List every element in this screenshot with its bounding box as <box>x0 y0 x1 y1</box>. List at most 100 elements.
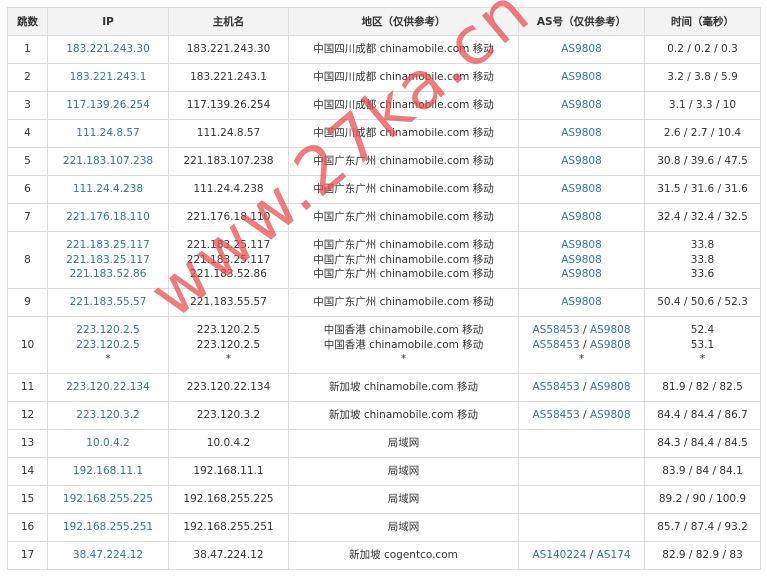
as-line: AS9808 <box>523 210 640 225</box>
ip-link[interactable]: 221.183.55.57 <box>52 295 164 310</box>
time-text: 2.6 / 2.7 / 10.4 <box>663 127 742 140</box>
as-link[interactable]: AS9808 <box>590 381 631 393</box>
ip-link[interactable]: 221.176.18.110 <box>52 210 164 225</box>
table-body: 1 183.221.243.30 183.221.243.30 中国四川成都 chin… <box>7 35 761 570</box>
region-text: 中国广东广州 chinamobile.com 移动 <box>313 155 494 168</box>
region-cell: 局域网 <box>288 457 519 486</box>
ip-link[interactable]: 38.47.224.12 <box>52 548 164 563</box>
hop-cell: 5 <box>7 147 48 176</box>
ip-cell: 221.183.55.57 <box>47 288 169 317</box>
ip-link[interactable]: 192.168.11.1 <box>52 464 164 479</box>
ip-cell: 223.120.2.5 223.120.2.5 * <box>47 316 169 374</box>
header-as-number: AS号（仅供参考） <box>518 7 645 36</box>
hop-number: 17 <box>20 549 35 562</box>
ip-cell: 111.24.8.57 <box>47 119 169 148</box>
time-text: 85.7 / 87.4 / 93.2 <box>657 521 748 534</box>
table-row: 6 111.24.4.238 111.24.4.238 中国广东广州 chinamob… <box>7 175 761 204</box>
table-header: 跳数 IP 主机名 地区（仅供参考） AS号（仅供参考） 时间（毫秒） <box>7 7 761 36</box>
hostname-text: 223.120.2.5 <box>196 324 261 337</box>
ip-link[interactable]: 223.120.22.134 <box>52 380 164 395</box>
as-line: AS58453 / AS9808 <box>523 338 640 353</box>
as-cell <box>518 429 645 458</box>
ip-link[interactable]: 223.120.2.5 <box>52 338 164 353</box>
as-link[interactable]: AS9808 <box>561 296 602 308</box>
region-text: 局域网 <box>387 465 420 478</box>
ip-link[interactable]: 223.120.3.2 <box>52 408 164 423</box>
ip-link[interactable]: 10.0.4.2 <box>52 436 164 451</box>
time-text: 84.4 / 84.4 / 86.7 <box>657 409 748 422</box>
as-link[interactable]: AS58453 <box>532 381 579 393</box>
hostname-cell: 223.120.22.134 <box>168 373 289 402</box>
time-cell: 30.8 / 39.6 / 47.5 <box>644 147 761 176</box>
time-text: 82.9 / 82.9 / 83 <box>662 549 743 562</box>
as-link[interactable]: AS9808 <box>561 268 602 280</box>
header-hostname: 主机名 <box>168 7 289 36</box>
as-line: AS9808 <box>523 154 640 169</box>
region-text: 中国广东广州 chinamobile.com 移动 <box>313 183 494 196</box>
as-link[interactable]: AS9808 <box>561 183 602 195</box>
as-link[interactable]: AS9808 <box>590 339 631 351</box>
hostname-cell: 221.176.18.110 <box>168 203 289 232</box>
ip-link[interactable]: 221.183.107.238 <box>52 154 164 169</box>
ip-link[interactable]: 192.168.255.251 <box>52 520 164 535</box>
as-link[interactable]: AS9808 <box>561 43 602 55</box>
region-cell: 新加坡 chinamobile.com 移动 <box>288 401 519 430</box>
time-cell: 3.2 / 3.8 / 5.9 <box>644 63 761 92</box>
header-hop: 跳数 <box>7 7 48 36</box>
ip-link[interactable]: 192.168.255.225 <box>52 492 164 507</box>
ip-link[interactable]: 221.183.25.117 <box>52 253 164 268</box>
ip-link[interactable]: 221.183.52.86 <box>52 267 164 282</box>
as-link[interactable]: AS58453 <box>532 409 579 421</box>
time-cell: 33.8 33.8 33.6 <box>644 231 761 289</box>
time-text: 3.1 / 3.3 / 10 <box>668 99 737 112</box>
hostname-text: 192.168.255.251 <box>183 521 274 534</box>
hostname-text: 223.120.3.2 <box>196 409 261 422</box>
region-text: 中国广东广州 chinamobile.com 移动 <box>313 253 494 266</box>
table-row: 15 192.168.255.225 192.168.255.225 局域网 89.2… <box>7 485 761 514</box>
hop-number: 4 <box>24 127 31 140</box>
as-link[interactable]: AS140224 <box>532 549 586 561</box>
as-link[interactable]: AS9808 <box>561 211 602 223</box>
hop-cell: 10 <box>7 316 48 374</box>
ip-link[interactable]: 183.221.243.1 <box>52 70 164 85</box>
as-cell: AS9808 <box>518 63 645 92</box>
hostname-text: 117.139.26.254 <box>186 99 271 112</box>
as-link[interactable]: AS9808 <box>590 324 631 336</box>
hostname-text: 221.183.55.57 <box>190 296 267 309</box>
as-link[interactable]: AS58453 <box>532 339 579 351</box>
time-cell: 52.4 53.1 * <box>644 316 761 374</box>
traceroute-page: 跳数 IP 主机名 地区（仅供参考） AS号（仅供参考） 时间（毫秒） 1 183… <box>0 0 767 576</box>
as-link[interactable]: AS9808 <box>561 239 602 251</box>
time-text: 3.2 / 3.8 / 5.9 <box>667 71 738 84</box>
ip-cell: 38.47.224.12 <box>47 541 169 570</box>
as-link[interactable]: AS9808 <box>561 254 602 266</box>
ip-link[interactable]: 221.183.25.117 <box>52 238 164 253</box>
as-line: AS9808 <box>523 98 640 113</box>
hostname-cell: 221.183.107.238 <box>168 147 289 176</box>
time-text: 31.5 / 31.6 / 31.6 <box>657 183 748 196</box>
as-line <box>523 492 640 507</box>
as-link[interactable]: AS9808 <box>561 71 602 83</box>
time-text: 0.2 / 0.2 / 0.3 <box>667 43 738 56</box>
time-cell: 31.5 / 31.6 / 31.6 <box>644 175 761 204</box>
as-link[interactable]: AS9808 <box>561 127 602 139</box>
ip-link[interactable]: 111.24.4.238 <box>52 182 164 197</box>
time-cell: 85.7 / 87.4 / 93.2 <box>644 513 761 542</box>
ip-link[interactable]: 223.120.2.5 <box>52 323 164 338</box>
time-cell: 84.4 / 84.4 / 86.7 <box>644 401 761 430</box>
time-text: 33.8 <box>690 239 715 252</box>
as-link[interactable]: AS9808 <box>561 155 602 167</box>
table-row: 4 111.24.8.57 111.24.8.57 中国四川成都 chinamobil… <box>7 119 761 148</box>
as-link[interactable]: AS9808 <box>590 409 631 421</box>
as-link[interactable]: AS58453 <box>532 324 579 336</box>
as-cell: AS9808 <box>518 175 645 204</box>
ip-link[interactable]: 183.221.243.30 <box>52 42 164 57</box>
ip-link[interactable]: 111.24.8.57 <box>52 126 164 141</box>
ip-link[interactable]: 117.139.26.254 <box>52 98 164 113</box>
hostname-text: 192.168.255.225 <box>183 493 274 506</box>
as-link[interactable]: AS174 <box>597 549 631 561</box>
as-cell <box>518 513 645 542</box>
as-separator: / <box>579 409 590 422</box>
as-link[interactable]: AS9808 <box>561 99 602 111</box>
hop-number: 16 <box>20 521 35 534</box>
